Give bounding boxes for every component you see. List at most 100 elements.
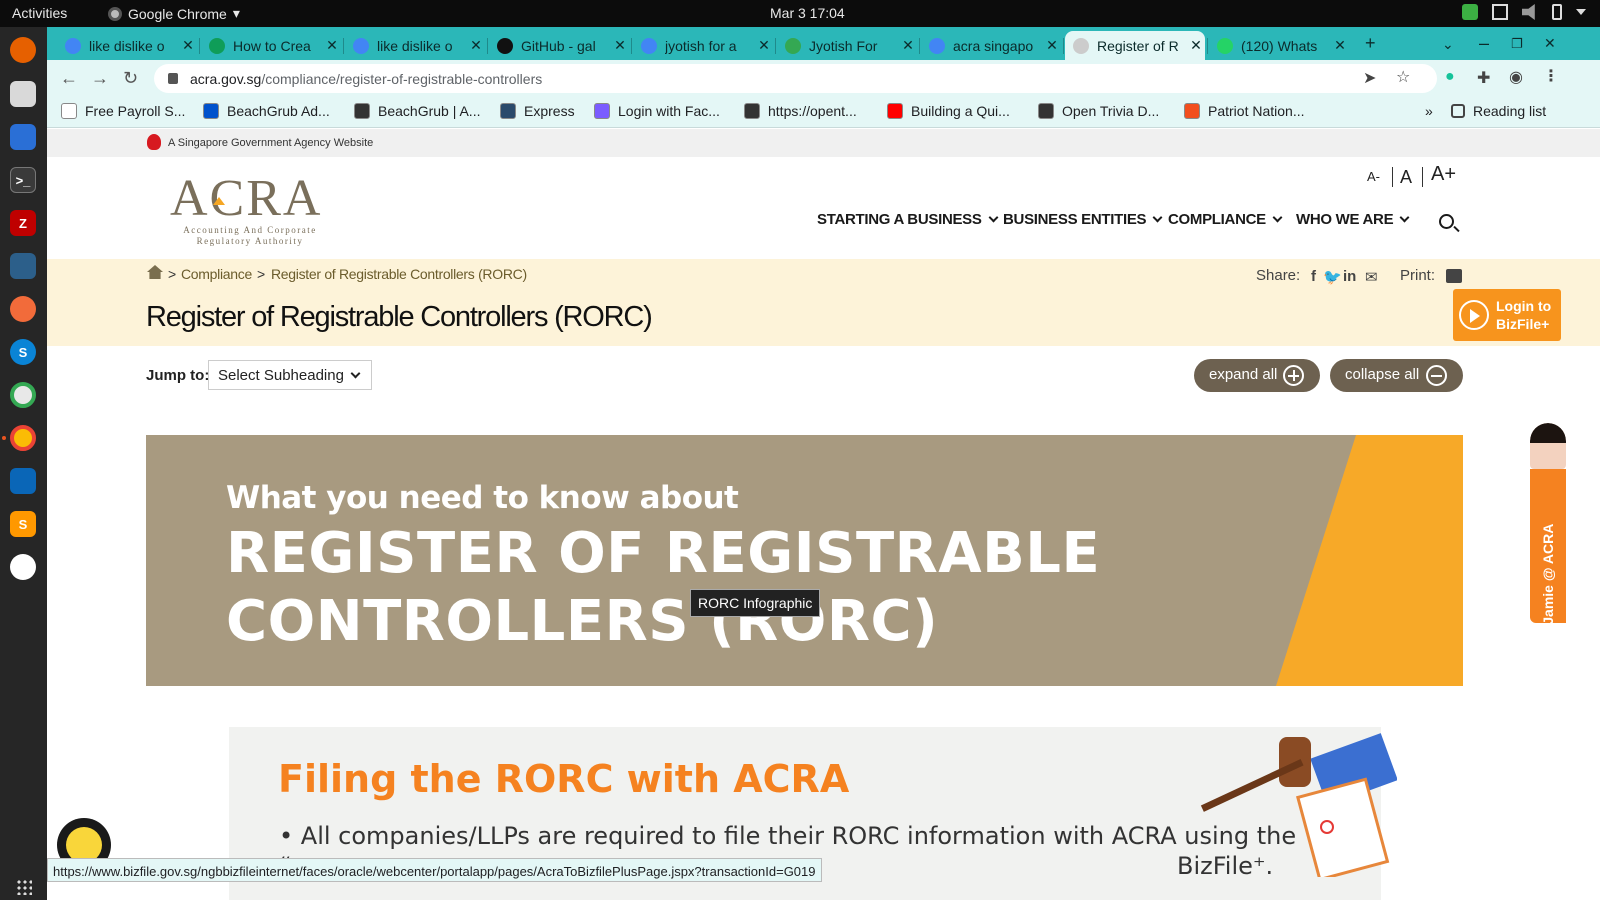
activities-button[interactable]: Activities (12, 5, 67, 21)
bookmark-item[interactable]: Express (500, 103, 575, 119)
close-tab-icon[interactable]: ✕ (611, 37, 629, 54)
lock-icon[interactable] (168, 73, 178, 84)
tab-title: acra singapo (953, 37, 1034, 54)
login-bizfile-button[interactable]: Login to BizFile+ (1453, 289, 1561, 341)
new-tab-button[interactable]: + (1365, 33, 1376, 54)
system-tray[interactable] (1462, 4, 1586, 20)
grammarly-icon[interactable]: ● (1445, 68, 1455, 86)
globe-icon (1038, 103, 1054, 119)
close-tab-icon[interactable]: ✕ (323, 37, 341, 54)
terminal-icon[interactable]: >_ (10, 167, 36, 193)
skype-icon[interactable]: S (10, 339, 36, 365)
linkedin-icon[interactable]: in (1343, 268, 1356, 285)
nav-business-entities[interactable]: BUSINESS ENTITIES (1003, 211, 1163, 228)
show-apps-icon[interactable] (16, 879, 32, 895)
nav-compliance[interactable]: COMPLIANCE (1168, 211, 1283, 228)
reading-list[interactable]: Reading list (1451, 103, 1546, 119)
vscode-icon[interactable] (10, 468, 36, 494)
subheading-select[interactable]: Select Subheading (208, 360, 372, 390)
back-button[interactable]: ← (60, 68, 78, 89)
sublime-icon[interactable]: S (10, 511, 36, 537)
tab-separator (919, 38, 920, 54)
bookmark-item[interactable]: Login with Fac... (594, 103, 720, 119)
bookmark-item[interactable]: https://opent... (744, 103, 857, 119)
close-tab-icon[interactable]: ✕ (1187, 37, 1205, 54)
volume-icon[interactable] (1522, 4, 1535, 20)
close-tab-icon[interactable]: ✕ (179, 37, 197, 54)
google-g-icon (641, 37, 657, 54)
expand-all-button[interactable]: expand all (1194, 359, 1320, 392)
update-icon[interactable] (1462, 4, 1478, 20)
extensions-icon[interactable]: ✚ (1477, 68, 1490, 88)
print-icon[interactable] (1446, 269, 1462, 283)
font-decrease-button[interactable]: A- (1367, 169, 1380, 184)
browser-tab[interactable]: GitHub - gal ✕ (489, 31, 629, 60)
nav-who-we-are[interactable]: WHO WE ARE (1296, 211, 1410, 228)
bookmark-item[interactable]: BeachGrub | A... (354, 103, 480, 119)
twitter-icon[interactable]: 🐦 (1323, 268, 1342, 286)
app-menu[interactable]: Google Chrome ▾ (108, 5, 240, 22)
more-bookmarks-icon[interactable]: » (1425, 103, 1433, 119)
close-tab-icon[interactable]: ✕ (755, 37, 773, 54)
postman-icon[interactable] (10, 296, 36, 322)
email-icon[interactable]: ✉ (1365, 268, 1378, 286)
mysql-workbench-icon[interactable] (10, 253, 36, 279)
reload-button[interactable]: ↻ (123, 68, 138, 89)
send-to-device-icon[interactable]: ➤ (1363, 68, 1376, 88)
app-icon[interactable] (10, 554, 36, 580)
bookmark-item[interactable]: Free Payroll S... (61, 103, 185, 119)
close-tab-icon[interactable]: ✕ (467, 37, 485, 54)
browser-tab[interactable]: like dislike o ✕ (57, 31, 197, 60)
tab-active[interactable]: Register of R ✕ (1065, 31, 1205, 60)
collapse-all-button[interactable]: collapse all (1330, 359, 1463, 392)
divider (1392, 167, 1393, 187)
font-increase-button[interactable]: A+ (1431, 163, 1456, 186)
banner-heading-line-1: REGISTER OF REGISTRABLE (226, 521, 1101, 586)
bookmark-item[interactable]: BeachGrub Ad... (203, 103, 330, 119)
home-icon[interactable] (147, 265, 163, 279)
nav-label: BUSINESS ENTITIES (1003, 211, 1147, 228)
filezilla-icon[interactable]: Z (10, 210, 36, 236)
bookmark-item[interactable]: Open Trivia D... (1038, 103, 1159, 119)
ask-jamie-widget[interactable]: Ask Jamie @ ACRA (1530, 423, 1568, 623)
forward-button[interactable]: → (91, 68, 109, 89)
bookmark-label: Patriot Nation... (1208, 103, 1305, 119)
restore-button[interactable]: ❐ (1511, 36, 1523, 52)
nav-starting-a-business[interactable]: STARTING A BUSINESS (817, 211, 999, 228)
firefox-icon[interactable] (10, 37, 36, 63)
bookmark-item[interactable]: Building a Qui... (887, 103, 1010, 119)
battery-icon[interactable] (1552, 4, 1562, 20)
browser-tab[interactable]: (120) Whats ✕ (1209, 31, 1349, 60)
clock[interactable]: Mar 3 17:04 (770, 5, 845, 21)
banner-heading-line-2: CONTROLLERS (RORC) (226, 589, 939, 654)
browser-tab[interactable]: How to Crea ✕ (201, 31, 341, 60)
chevron-down-icon (1272, 212, 1283, 223)
close-tab-icon[interactable]: ✕ (899, 37, 917, 54)
facebook-icon[interactable]: f (1311, 268, 1316, 285)
browser-tab[interactable]: jyotish for a ✕ (633, 31, 773, 60)
minimize-button[interactable]: – (1479, 33, 1489, 54)
chrome-dev-icon[interactable] (10, 382, 36, 408)
profile-avatar[interactable]: ◉ (1509, 67, 1523, 87)
bookmark-item[interactable]: Patriot Nation... (1184, 103, 1305, 119)
close-tab-icon[interactable]: ✕ (1331, 37, 1349, 54)
network-icon[interactable] (1492, 4, 1508, 20)
breadcrumb-compliance[interactable]: Compliance (181, 266, 252, 282)
acra-logo[interactable]: ACRA Accounting And Corporate Regulatory… (158, 169, 338, 249)
files-icon[interactable] (10, 81, 36, 107)
writer-icon[interactable] (10, 124, 36, 150)
font-reset-button[interactable]: A (1400, 167, 1412, 188)
bookmark-star-icon[interactable]: ☆ (1396, 67, 1410, 87)
close-tab-icon[interactable]: ✕ (1043, 37, 1061, 54)
menu-icon[interactable]: ⋮ (1543, 66, 1559, 86)
chrome-icon[interactable] (10, 425, 36, 451)
chevron-down-icon[interactable] (1576, 9, 1586, 15)
browser-tab[interactable]: like dislike o ✕ (345, 31, 485, 60)
close-window-button[interactable]: ✕ (1544, 35, 1556, 52)
address-bar[interactable]: acra.gov.sg/compliance/register-of-regis… (154, 64, 1437, 93)
browser-tab[interactable]: acra singapo ✕ (921, 31, 1061, 60)
trello-icon (203, 103, 219, 119)
search-icon[interactable] (1439, 214, 1454, 229)
tab-search-icon[interactable]: ⌄ (1442, 36, 1454, 53)
browser-tab[interactable]: Jyotish For ✕ (777, 31, 917, 60)
